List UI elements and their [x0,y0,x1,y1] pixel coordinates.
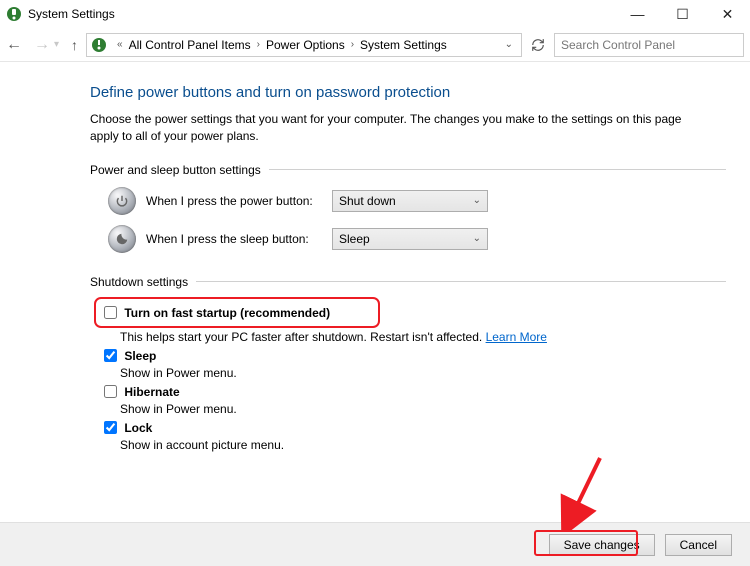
main-content: Define power buttons and turn on passwor… [0,62,750,452]
section-power-sleep: Power and sleep button settings [90,163,726,177]
address-dropdown-icon[interactable]: ⌄ [501,39,517,50]
sleep-icon [108,225,136,253]
section-shutdown: Shutdown settings [90,275,726,289]
close-window-button[interactable]: ✕ [705,0,750,28]
breadcrumb-item[interactable]: Power Options [266,38,345,52]
chevron-down-icon: ⌄ [473,233,481,244]
annotation-highlight-fast-startup: Turn on fast startup (recommended) [94,297,380,328]
breadcrumb-item[interactable]: System Settings [360,38,447,52]
forward-button[interactable]: → [34,36,50,54]
minimize-button[interactable]: — [615,0,660,28]
breadcrumb-item[interactable]: All Control Panel Items [129,38,251,52]
cancel-button[interactable]: Cancel [665,534,732,556]
chevron-down-icon: ⌄ [473,195,481,206]
option-hibernate: Hibernate Show in Power menu. [100,382,726,416]
refresh-button[interactable] [526,33,550,57]
section-title: Power and sleep button settings [90,163,261,177]
power-button-label: When I press the power button: [146,194,322,208]
learn-more-link[interactable]: Learn More [486,330,547,344]
option-label: Lock [124,421,152,435]
select-value: Shut down [339,194,396,208]
maximize-button[interactable]: ☐ [660,0,705,28]
section-title: Shutdown settings [90,275,188,289]
hibernate-checkbox[interactable] [104,385,117,398]
divider [269,169,726,170]
sleep-button-label: When I press the sleep button: [146,232,322,246]
control-panel-icon [91,37,107,53]
option-label: Sleep [124,349,156,363]
breadcrumb-bar[interactable]: « All Control Panel Items › Power Option… [86,33,522,57]
search-placeholder: Search Control Panel [561,38,675,52]
lock-description: Show in account picture menu. [120,438,726,452]
page-heading: Define power buttons and turn on passwor… [90,84,726,101]
address-bar: ← → ▾ ↑ « All Control Panel Items › Powe… [0,28,750,62]
page-description: Choose the power settings that you want … [90,111,690,145]
chevron-icon: › [251,39,266,50]
option-fast-startup: Turn on fast startup (recommended) [100,303,374,322]
sleep-description: Show in Power menu. [120,366,726,380]
sleep-button-select[interactable]: Sleep ⌄ [332,228,488,250]
chevron-icon: « [111,39,129,50]
search-input[interactable]: Search Control Panel [554,33,744,57]
recent-dropdown[interactable]: ▾ [54,39,59,50]
app-icon [6,6,22,22]
option-label: Hibernate [124,385,179,399]
power-button-select[interactable]: Shut down ⌄ [332,190,488,212]
up-button[interactable]: ↑ [71,37,78,53]
titlebar: System Settings — ☐ ✕ [0,0,750,28]
annotation-arrow [552,454,612,532]
lock-checkbox[interactable] [104,421,117,434]
chevron-icon: › [345,39,360,50]
action-bar: Save changes Cancel [0,522,750,566]
option-lock: Lock Show in account picture menu. [100,418,726,452]
sleep-checkbox[interactable] [104,349,117,362]
back-button[interactable]: ← [6,36,22,54]
select-value: Sleep [339,232,370,246]
save-changes-button[interactable]: Save changes [549,534,655,556]
fast-startup-checkbox[interactable] [104,306,117,319]
fast-startup-description: This helps start your PC faster after sh… [120,330,726,344]
power-icon [108,187,136,215]
option-label: Turn on fast startup (recommended) [124,306,330,320]
divider [196,281,726,282]
hibernate-description: Show in Power menu. [120,402,726,416]
window-title: System Settings [28,7,115,21]
option-sleep: Sleep Show in Power menu. [100,346,726,380]
